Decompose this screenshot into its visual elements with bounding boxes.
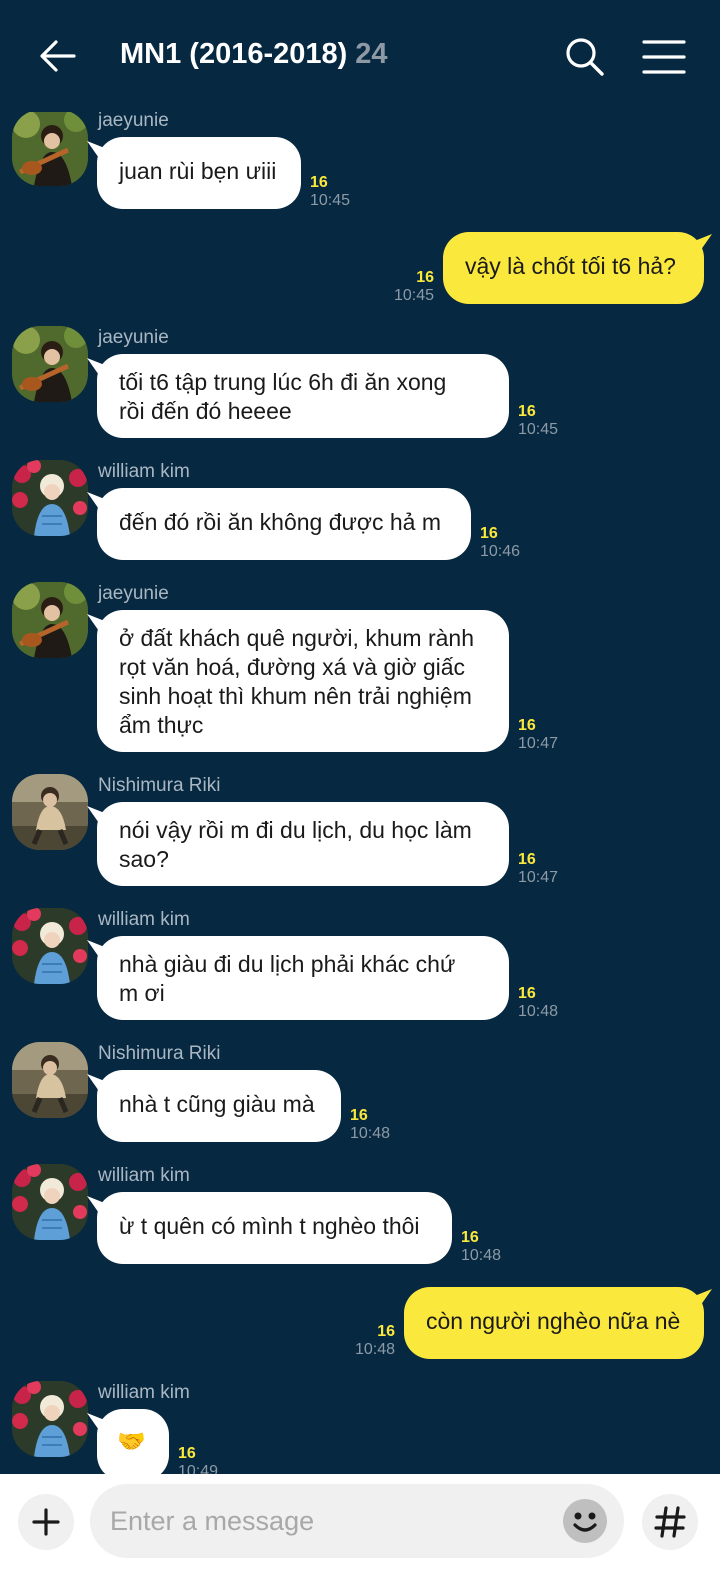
- message-meta: 16 10:48: [350, 1107, 390, 1143]
- avatar[interactable]: [12, 582, 88, 658]
- message-input[interactable]: [110, 1484, 550, 1558]
- handshake-emoji: 🤝: [117, 1428, 146, 1454]
- group-name: MN1 (2016-2018): [120, 38, 348, 70]
- message-bubble[interactable]: ừ t quên có mình t nghèo thôi: [97, 1192, 452, 1264]
- message-time: 10:45: [310, 192, 351, 209]
- message-time: 10:45: [518, 421, 559, 438]
- message-meta: 16 10:48: [518, 985, 558, 1021]
- message-line: nói vậy rồi m đi du lịch, du học làm: [119, 817, 472, 843]
- avatar[interactable]: [12, 110, 88, 186]
- message-line: nhà giàu đi du lịch phải khác chứ: [119, 951, 456, 977]
- message-time: 10:48: [350, 1125, 391, 1142]
- message-bubble[interactable]: ở đất khách quê người, khum rành rọt văn…: [97, 610, 509, 752]
- message-meta: 16 10:47: [518, 851, 558, 887]
- back-button[interactable]: [36, 34, 80, 78]
- sender-name: jaeyunie: [98, 110, 169, 131]
- sender-name: william kim: [98, 909, 190, 930]
- message-bubble[interactable]: tối t6 tập trung lúc 6h đi ăn xong rồi đ…: [97, 354, 509, 438]
- search-button[interactable]: [562, 34, 608, 80]
- message-line: ẩm thực: [119, 712, 204, 738]
- unread-count: 16: [416, 269, 434, 286]
- plus-icon: [32, 1508, 60, 1536]
- search-icon: [566, 38, 604, 76]
- message-meta: 16 10:46: [480, 525, 520, 561]
- message-meta: 16 10:48: [340, 1323, 395, 1359]
- message-meta: 16 10:45: [380, 269, 434, 305]
- message-bubble[interactable]: juan rùi bẹn ưiii: [97, 137, 301, 209]
- message-bubble[interactable]: nhà giàu đi du lịch phải khác chứ m ơi: [97, 936, 509, 1020]
- unread-count: 16: [518, 717, 536, 734]
- message-composer: [0, 1474, 720, 1569]
- sender-name: jaeyunie: [98, 583, 169, 604]
- message-bubble[interactable]: nói vậy rồi m đi du lịch, du học làm sao…: [97, 802, 509, 886]
- avatar[interactable]: [12, 1042, 88, 1118]
- avatar[interactable]: [12, 1381, 88, 1457]
- message-meta: 16 10:47: [518, 717, 558, 753]
- message-field: [90, 1484, 624, 1558]
- unread-count: 16: [310, 174, 328, 191]
- unread-count: 16: [518, 851, 536, 868]
- chat-title[interactable]: MN1 (2016-2018) 24: [120, 38, 388, 71]
- avatar[interactable]: [12, 774, 88, 850]
- message-text: juan rùi bẹn ưiii: [119, 158, 277, 184]
- message-bubble[interactable]: đến đó rồi ăn không được hả m: [97, 488, 471, 560]
- message-line: rồi đến đó heeee: [119, 398, 292, 424]
- message-line: sinh hoạt thì khum nên trải nghiệm: [119, 683, 472, 709]
- message-line: ở đất khách quê người, khum rành: [119, 625, 474, 651]
- emoticon-icon: [563, 1499, 607, 1543]
- sender-name: jaeyunie: [98, 327, 169, 348]
- menu-button[interactable]: [642, 38, 686, 76]
- avatar[interactable]: [12, 908, 88, 984]
- avatar[interactable]: [12, 1164, 88, 1240]
- message-line: tối t6 tập trung lúc 6h đi ăn xong: [119, 369, 447, 395]
- member-count: 24: [355, 38, 388, 70]
- message-bubble[interactable]: vậy là chốt tối t6 hả?: [443, 232, 704, 304]
- message-text: nhà t cũng giàu mà: [119, 1091, 315, 1117]
- message-text: ừ t quên có mình t nghèo thôi: [119, 1213, 420, 1239]
- emoticon-button[interactable]: [562, 1498, 608, 1544]
- sender-name: Nishimura Riki: [98, 1043, 221, 1064]
- hamburger-menu-icon: [642, 40, 686, 74]
- chat-header: MN1 (2016-2018) 24: [0, 0, 720, 112]
- sender-name: william kim: [98, 1382, 190, 1403]
- message-time: 10:45: [393, 287, 434, 304]
- message-bubble[interactable]: nhà t cũng giàu mà: [97, 1070, 341, 1142]
- hash-icon: [654, 1506, 686, 1538]
- unread-count: 16: [178, 1445, 196, 1462]
- message-bubble[interactable]: 🤝: [97, 1409, 169, 1474]
- message-time: 10:48: [354, 1341, 395, 1358]
- unread-count: 16: [518, 403, 536, 420]
- attach-button[interactable]: [18, 1494, 74, 1550]
- sender-name: Nishimura Riki: [98, 775, 221, 796]
- message-text: đến đó rồi ăn không được hả m: [119, 509, 442, 535]
- sender-name: william kim: [98, 1165, 190, 1186]
- unread-count: 16: [461, 1229, 479, 1246]
- message-meta: 16 10:49: [178, 1445, 218, 1474]
- message-bubble[interactable]: còn người nghèo nữa nè: [404, 1287, 704, 1359]
- message-line: sao?: [119, 846, 169, 872]
- unread-count: 16: [480, 525, 498, 542]
- message-text: còn người nghèo nữa nè: [426, 1308, 681, 1334]
- back-arrow-icon: [40, 40, 76, 72]
- unread-count: 16: [350, 1107, 368, 1124]
- message-line: m ơi: [119, 980, 165, 1006]
- avatar[interactable]: [12, 460, 88, 536]
- message-time: 10:48: [518, 1003, 559, 1020]
- message-line: rọt văn hoá, đường xá và giờ giấc: [119, 654, 466, 680]
- unread-count: 16: [377, 1323, 395, 1340]
- message-meta: 16 10:48: [461, 1229, 501, 1265]
- message-time: 10:47: [518, 735, 559, 752]
- message-text: vậy là chốt tối t6 hả?: [465, 253, 676, 279]
- message-meta: 16 10:45: [518, 403, 558, 439]
- message-time: 10:47: [518, 869, 559, 886]
- sender-name: william kim: [98, 461, 190, 482]
- message-time: 10:46: [480, 543, 521, 560]
- chat-area[interactable]: jaeyunie juan rùi bẹn ưiii 16 10:45 vậy …: [0, 0, 720, 1474]
- unread-count: 16: [518, 985, 536, 1002]
- hashtag-button[interactable]: [642, 1494, 698, 1550]
- message-meta: 16 10:45: [310, 174, 350, 210]
- message-time: 10:49: [178, 1463, 219, 1474]
- avatar[interactable]: [12, 326, 88, 402]
- message-time: 10:48: [461, 1247, 502, 1264]
